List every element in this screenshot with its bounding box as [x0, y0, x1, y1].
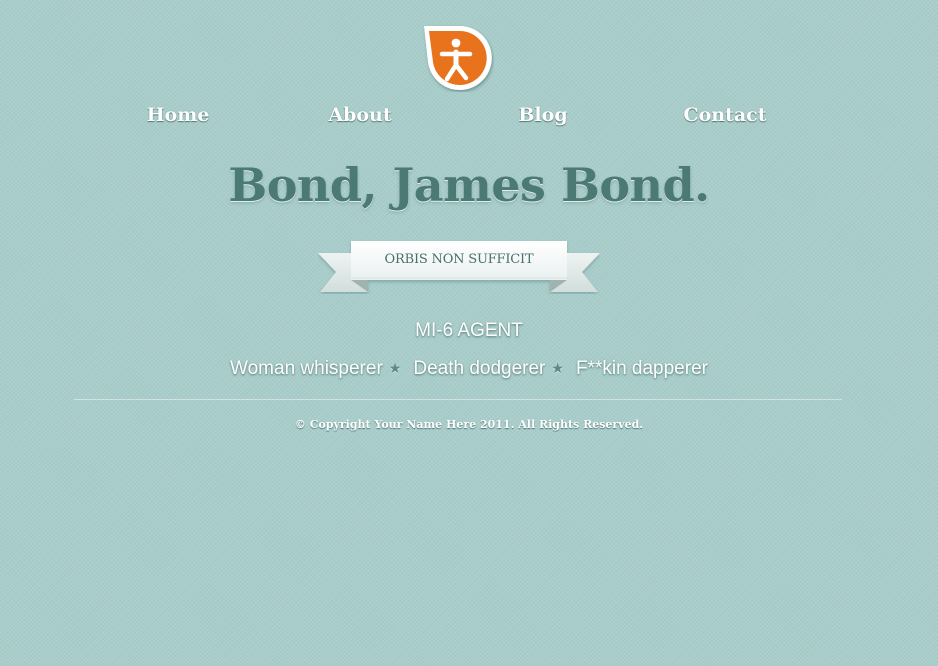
main-navigation: Home About Blog Contact — [0, 104, 938, 130]
motto-text: ORBIS NON SUFFICIT — [384, 252, 534, 267]
trait-item: F**kin dapperer — [575, 358, 708, 379]
copyright-notice: © Copyright Your Name Here 2011. All Rig… — [294, 418, 644, 431]
trait-item: Woman whisperer — [230, 358, 383, 379]
nav-contact-link[interactable]: Contact — [683, 104, 766, 126]
running-figure-icon — [424, 26, 492, 90]
footer-divider — [74, 399, 842, 400]
role-title: MI-6 AGENT — [415, 320, 523, 341]
star-icon: ★ — [551, 360, 564, 376]
nav-about-link[interactable]: About — [328, 104, 391, 126]
page-title: Bond, James Bond. — [228, 158, 710, 212]
traits-list: Woman whisperer ★ Death dodgerer ★ F**kin da… — [0, 358, 938, 380]
star-icon: ★ — [388, 360, 402, 376]
trait-item: Death dodgerer — [413, 358, 546, 379]
logo[interactable] — [420, 22, 494, 92]
nav-home-link[interactable]: Home — [147, 104, 210, 126]
nav-blog-link[interactable]: Blog — [518, 104, 567, 126]
motto-ribbon: ORBIS NON SUFFICIT — [318, 240, 600, 294]
